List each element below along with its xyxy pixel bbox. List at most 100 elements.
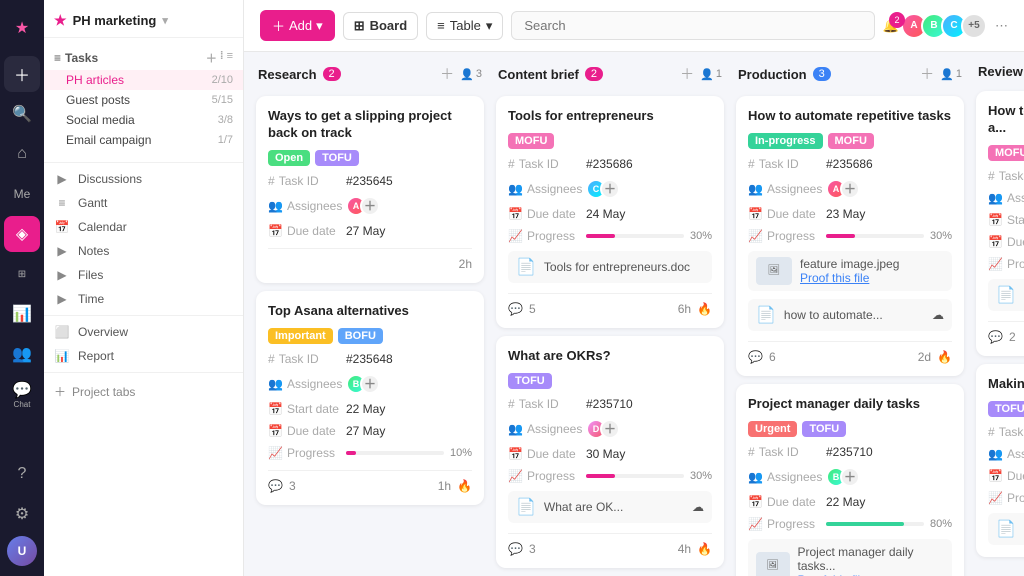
progress-label: 📈 Progress	[268, 446, 340, 460]
projects-icon[interactable]: ◈	[4, 216, 40, 252]
hash-icon-7: #	[988, 169, 995, 183]
auto-comment-count: 6	[769, 350, 776, 364]
better-comment-icon: 💬	[988, 330, 1003, 344]
assignees-avatars: A ＋	[346, 196, 380, 216]
brief-add-icon[interactable]: ＋	[680, 64, 694, 84]
notes-nav[interactable]: ▶ Notes	[44, 239, 243, 263]
proof-link-1[interactable]: Proof this file	[800, 271, 869, 285]
home-icon[interactable]: ⌂	[4, 136, 40, 172]
card-better-assignees-row: 👥 Assignees	[988, 191, 1024, 205]
everything-icon[interactable]: ⊞	[4, 256, 40, 292]
assignees-label: 👥 Assignees	[268, 199, 340, 213]
attachment-filename: Tools for entrepreneurs.doc	[544, 260, 690, 274]
more-task-icon[interactable]: ≡	[227, 50, 233, 66]
production-add-icon[interactable]: ＋	[920, 64, 934, 84]
task-id-label-3: # Task ID	[508, 157, 580, 171]
cal-icon-4: 📅	[508, 447, 523, 461]
add-okr-assignee[interactable]: ＋	[600, 419, 620, 439]
cal-icon-7b: 📅	[988, 235, 1003, 249]
tasks-section-header[interactable]: ≡ Tasks ＋ ⁞ ≡	[44, 46, 243, 70]
auto-comment-icon: 💬	[748, 350, 763, 364]
card-asana-footer: 💬 3 1h 🔥	[268, 470, 472, 493]
notes-icon: ▶	[54, 244, 70, 258]
files-nav[interactable]: ▶ Files	[44, 263, 243, 287]
better-comment-count: 2	[1009, 330, 1016, 344]
time-nav[interactable]: ▶ Time	[44, 287, 243, 311]
card-okr-duedate-row: 📅 Due date 30 May	[508, 447, 712, 461]
sidebar-item-email-campaign[interactable]: Email campaign 1/7	[44, 130, 243, 150]
word-doc-icon-2: 📄	[516, 497, 536, 517]
workspace-header[interactable]: ★ PH marketing ▾	[44, 0, 243, 38]
filter-task-icon[interactable]: ⁞	[220, 50, 224, 66]
pm-progress-bar-bg	[826, 522, 924, 526]
board-view-button[interactable]: ⊞ Board	[343, 12, 418, 40]
card-better-tags: MOFU	[988, 145, 1024, 161]
assignees-icon-5: 👥	[748, 182, 763, 196]
search-icon[interactable]: 🔍	[4, 96, 40, 132]
me-icon[interactable]: Me	[4, 176, 40, 212]
word-doc-icon-8: 📄	[996, 519, 1016, 539]
assignees-label-3: 👥 Assignees	[508, 182, 580, 196]
create-button[interactable]: ＋	[4, 56, 40, 92]
notification-bell[interactable]: 🔔 2	[883, 18, 899, 34]
calendar-icon-sm: 📅	[268, 224, 283, 238]
card-automate-attachment-2: 📄 how to automate... ☁	[748, 299, 952, 331]
more-options-icon[interactable]: ⋯	[995, 18, 1008, 34]
reports-icon[interactable]: 📊	[4, 296, 40, 332]
due-date-value-6: 22 May	[826, 495, 865, 509]
people-icon[interactable]: 👥	[4, 336, 40, 372]
pm-progress-value: 80%	[930, 518, 952, 530]
column-review-header: Review 2	[976, 64, 1024, 83]
sidebar-item-ph-articles[interactable]: PH articles 2/10	[44, 70, 243, 90]
pm-attachment-details: Project manager daily tasks... Proof thi…	[798, 545, 945, 576]
divider-2	[44, 315, 243, 316]
add-button[interactable]: ＋ Add ▾	[260, 10, 335, 41]
chat-icon: 💬	[12, 380, 32, 400]
add-asana-assignee[interactable]: ＋	[360, 374, 380, 394]
sidebar-item-social-media[interactable]: Social media 3/8	[44, 110, 243, 130]
overview-label: Overview	[78, 325, 128, 339]
top-bar-right: 🔔 2 A B C +5 ⋯	[883, 13, 1008, 39]
cal-icon-6: 📅	[748, 495, 763, 509]
calendar-nav[interactable]: 📅 Calendar	[44, 215, 243, 239]
user-avatar[interactable]: U	[7, 536, 37, 566]
assignees-icon-6: 👥	[748, 470, 763, 484]
auto-assignees-avatars: A ＋	[826, 179, 860, 199]
add-auto-assignee[interactable]: ＋	[840, 179, 860, 199]
gantt-nav[interactable]: ≡ Gantt	[44, 191, 243, 215]
discussions-nav[interactable]: ▶ Discussions	[44, 167, 243, 191]
hash-icon-4: #	[508, 397, 515, 411]
card-project-manager: Project manager daily tasks Urgent TOFU …	[736, 384, 964, 576]
add-project-tab[interactable]: ＋ Project tabs	[44, 377, 243, 406]
chat-icon-container[interactable]: 💬 Chat	[4, 376, 40, 412]
column-research-actions: ＋	[440, 64, 454, 84]
assignees-icon: 👥	[268, 199, 283, 213]
research-add-icon[interactable]: ＋	[440, 64, 454, 84]
table-view-button[interactable]: ≡ Table ▾	[426, 12, 503, 40]
search-input[interactable]	[511, 11, 874, 40]
settings-icon[interactable]: ⚙	[4, 496, 40, 532]
add-task-icon[interactable]: ＋	[206, 50, 217, 66]
due-date-value-2: 27 May	[346, 424, 385, 438]
due-date-label-6: 📅 Due date	[748, 495, 820, 509]
table-icon: ≡	[437, 18, 445, 33]
card-okr-attachment: 📄 What are OK... ☁	[508, 491, 712, 523]
sidebar-item-guest-posts[interactable]: Guest posts 5/15	[44, 90, 243, 110]
add-pm-assignee[interactable]: ＋	[840, 467, 860, 487]
card-ways-assignees-row: 👥 Assignees A ＋	[268, 196, 472, 216]
ph-articles-count: 2/10	[212, 74, 233, 86]
card-tools-footer: 💬 5 6h 🔥	[508, 293, 712, 316]
column-production-title: Production	[738, 67, 807, 82]
add-assignee-button[interactable]: ＋	[360, 196, 380, 216]
column-production-count: 3	[813, 67, 831, 81]
report-nav[interactable]: 📊 Report	[44, 344, 243, 368]
question-icon[interactable]: ?	[4, 456, 40, 492]
card-okr-title: What are OKRs?	[508, 348, 712, 365]
production-member-info: 👤 1	[940, 68, 962, 81]
assignees-label-8: 👥 Assignees	[988, 447, 1024, 461]
tools-comment-icon: 💬	[508, 302, 523, 316]
overview-icon: ⬜	[54, 325, 70, 339]
member-avatars[interactable]: A B C +5	[907, 13, 987, 39]
add-tools-assignee[interactable]: ＋	[600, 179, 620, 199]
overview-nav[interactable]: ⬜ Overview	[44, 320, 243, 344]
